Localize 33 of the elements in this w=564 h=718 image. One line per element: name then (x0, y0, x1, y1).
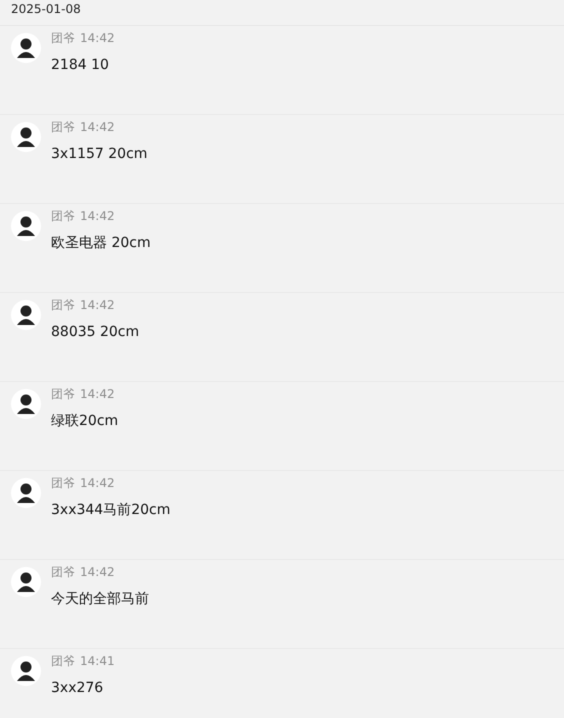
message-time: 14:42 (80, 565, 115, 579)
message-time: 14:42 (80, 387, 115, 401)
message-time: 14:42 (80, 209, 115, 223)
message-time: 14:42 (80, 31, 115, 45)
message-text: 3xx276 (51, 679, 104, 697)
avatar-icon (11, 211, 41, 241)
date-label: 2025-01-08 (11, 2, 81, 16)
sender-name: 团爷 (51, 298, 75, 312)
message-text: 88035 20cm (51, 323, 140, 341)
sender-name: 团爷 (51, 31, 75, 45)
sender-name: 团爷 (51, 654, 75, 668)
avatar-icon (11, 122, 41, 152)
sender-name: 团爷 (51, 209, 75, 223)
message-text: 2184 10 (51, 56, 110, 74)
avatar-icon (11, 389, 41, 419)
avatar-icon (11, 300, 41, 330)
message-time: 14:41 (80, 654, 115, 668)
sender-name: 团爷 (51, 387, 75, 401)
sender-name: 团爷 (51, 476, 75, 490)
message-time: 14:42 (80, 120, 115, 134)
avatar-icon (11, 33, 41, 63)
message-time: 14:42 (80, 476, 115, 490)
message-text: 3x1157 20cm (51, 145, 148, 163)
message-time: 14:42 (80, 298, 115, 312)
avatar-icon (11, 656, 41, 686)
avatar-icon (11, 567, 41, 597)
message-text: 绿联20cm (51, 412, 118, 430)
avatar-icon (11, 478, 41, 508)
sender-name: 团爷 (51, 565, 75, 579)
message-text: 欧圣电器 20cm (51, 234, 151, 252)
sender-name: 团爷 (51, 120, 75, 134)
message-text: 今天的全部马前 (51, 590, 149, 608)
message-text: 3xx344马前20cm (51, 501, 170, 519)
